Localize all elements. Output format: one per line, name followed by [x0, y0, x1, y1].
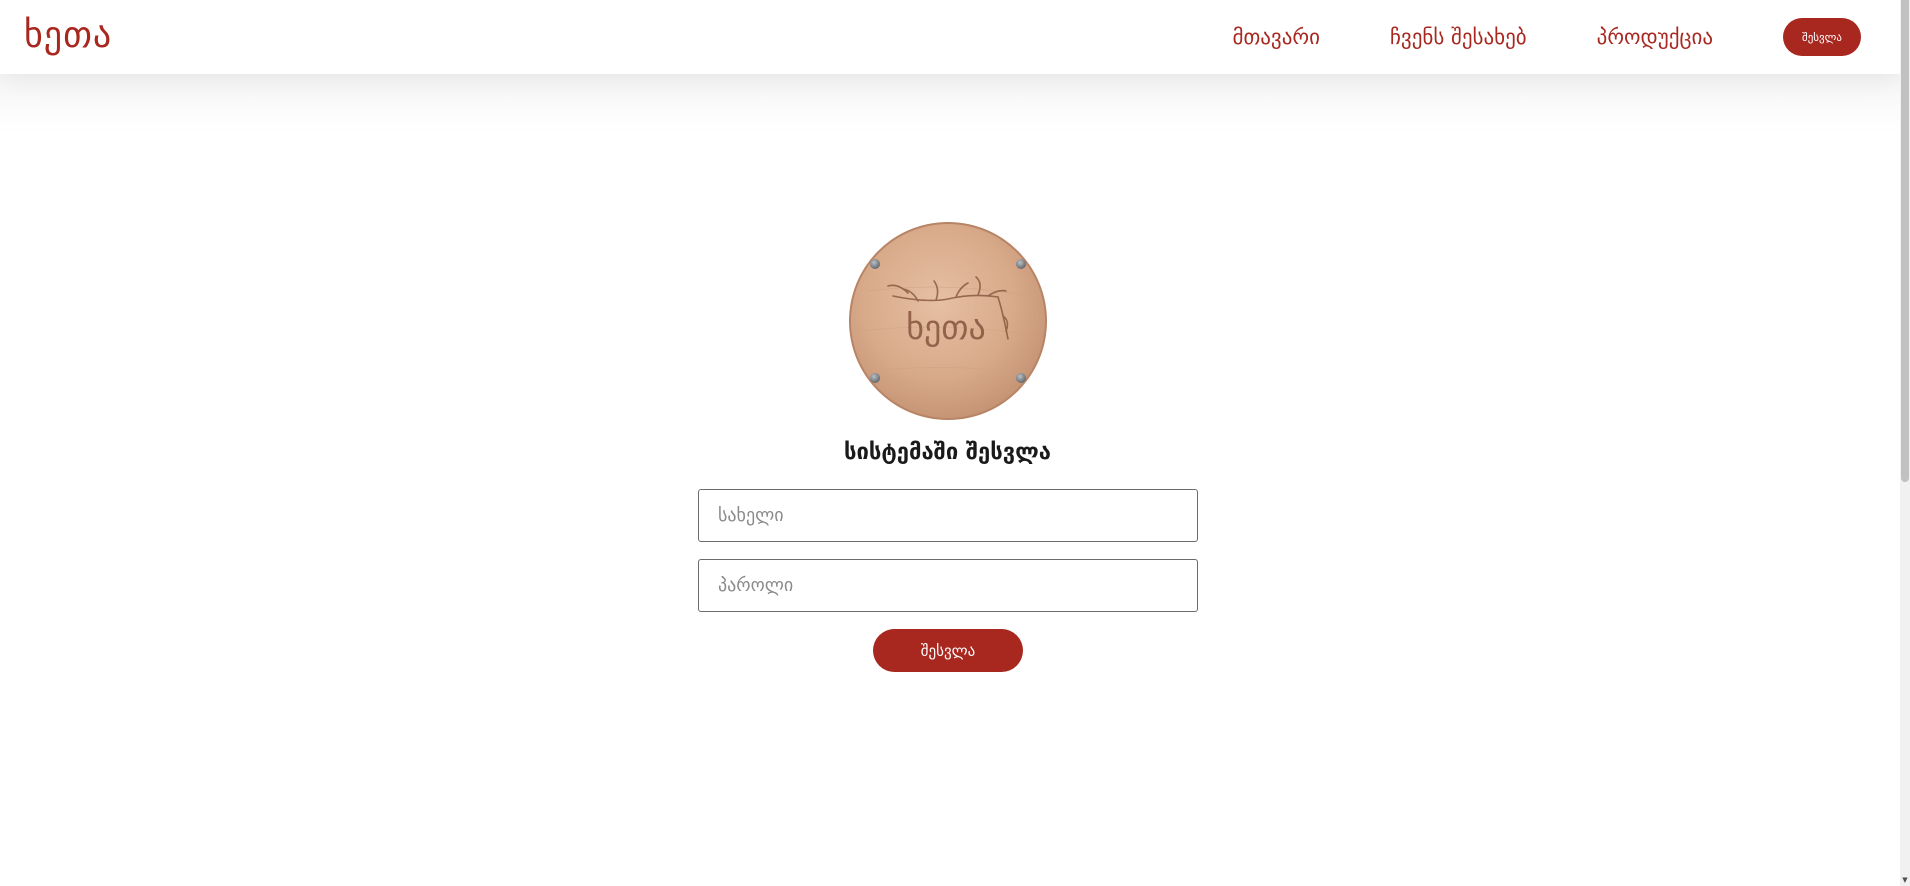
nav-link-products[interactable]: პროდუქცია — [1597, 25, 1713, 49]
site-logo[interactable]: ხეთა — [24, 14, 112, 58]
header-shadow — [0, 74, 1900, 134]
main-nav: მთავარი ჩვენს შესახებ პროდუქცია შესვლა — [1232, 0, 1900, 74]
nav-link-about[interactable]: ჩვენს შესახებ — [1390, 25, 1527, 49]
page: ხეთა მთავარი ჩვენს შესახებ პროდუქცია შეს… — [0, 0, 1910, 886]
site-header: ხეთა მთავარი ჩვენს შესახებ პროდუქცია შეს… — [0, 0, 1900, 74]
login-submit-button[interactable]: შესვლა — [873, 629, 1023, 672]
scrollbar-thumb[interactable] — [1901, 0, 1909, 482]
scroll-down-arrow-icon[interactable]: ▼ — [1900, 874, 1910, 886]
login-title: სისტემაში შესვლა — [843, 440, 1051, 465]
emblem-text: ხეთა — [906, 308, 986, 348]
header-login-button[interactable]: შესვლა — [1783, 18, 1861, 56]
password-input[interactable] — [698, 559, 1198, 612]
wood-tree-logo-icon: ხეთა — [849, 222, 1047, 420]
username-input[interactable] — [698, 489, 1198, 542]
page-scrollbar[interactable]: ▼ — [1900, 0, 1910, 886]
nav-link-home[interactable]: მთავარი — [1232, 25, 1319, 49]
